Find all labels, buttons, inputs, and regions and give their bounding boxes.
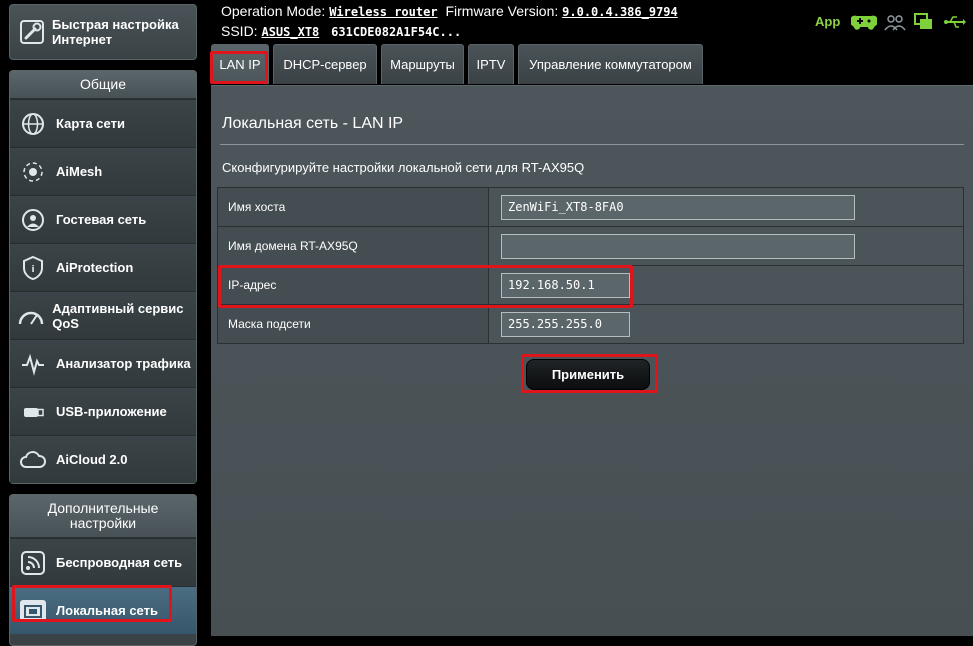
tab-iptv[interactable]: IPTV: [468, 44, 514, 84]
nav-item-label: Адаптивный сервис QoS: [52, 300, 184, 331]
quick-setup-button[interactable]: Быстрая настройка Интернет: [9, 4, 197, 60]
nav-item-label: AiCloud 2.0: [56, 452, 128, 467]
subnet-mask-input[interactable]: [501, 311, 630, 337]
quick-setup-label: Быстрая настройка Интернет: [52, 17, 179, 47]
ip-address-input[interactable]: [501, 272, 630, 298]
nav-item-aiprotection[interactable]: i AiProtection: [10, 243, 196, 291]
nav-item-label: Анализатор трафика: [56, 356, 191, 371]
domain-name-input[interactable]: [501, 233, 855, 259]
page-title: Локальная сеть - LAN IP: [222, 115, 404, 132]
wrench-icon: [18, 18, 46, 46]
apply-button[interactable]: Применить: [526, 359, 650, 390]
table-row: Маска подсети: [217, 304, 964, 344]
ip-address-label: IP-адрес: [217, 265, 489, 305]
firmware-link[interactable]: 9.0.0.4.386_9794: [562, 5, 678, 19]
tab-dhcp-server[interactable]: DHCP-сервер: [273, 44, 377, 84]
table-row: Имя хоста: [217, 187, 964, 227]
advanced-panel: Дополнительные настройки Беспроводная се…: [9, 494, 197, 646]
nav-item-label: Карта сети: [56, 116, 125, 131]
ssid-link[interactable]: ASUS_XT8: [261, 25, 319, 39]
shield-icon: i: [16, 255, 50, 281]
nav-item-aicloud[interactable]: AiCloud 2.0: [10, 435, 196, 483]
ssid-secondary: 631CDE082A1F54C...: [331, 25, 462, 39]
operation-mode-link[interactable]: Wireless router: [329, 5, 437, 19]
nav-item-label: Гостевая сеть: [56, 212, 147, 227]
svg-text:i: i: [31, 265, 34, 275]
nav-item-qos[interactable]: Адаптивный сервис QoS: [10, 291, 196, 339]
hostname-label: Имя хоста: [217, 187, 489, 227]
table-row: IP-адрес: [217, 265, 964, 305]
tab-routes[interactable]: Маршруты: [381, 44, 464, 84]
domain-name-label: Имя домена RT-AX95Q: [217, 226, 489, 266]
ssid-label: SSID:: [221, 23, 258, 39]
tab-lan-ip[interactable]: LAN IP: [211, 44, 269, 84]
mesh-icon: [16, 159, 50, 185]
usb-icon: [16, 400, 50, 424]
gauge-icon: [16, 305, 46, 327]
general-header: Общие: [10, 71, 196, 99]
title-divider: [220, 144, 964, 145]
copy-icon[interactable]: [913, 12, 935, 37]
usb-status-icon[interactable]: [943, 12, 967, 37]
nav-item-label: Локальная сеть: [56, 603, 158, 618]
operation-mode-line: Operation Mode: Wireless router Firmware…: [221, 3, 678, 19]
nav-item-aimesh[interactable]: AiMesh: [10, 147, 196, 195]
sidebar: Быстрая настройка Интернет Общие Карта с…: [0, 0, 205, 646]
nav-item-label: AiProtection: [56, 260, 134, 275]
firmware-label: Firmware Version:: [445, 3, 559, 19]
tab-switch-control[interactable]: Управление коммутатором: [518, 44, 703, 84]
operation-mode-label: Operation Mode:: [221, 3, 326, 19]
nav-item-guest-network[interactable]: Гостевая сеть: [10, 195, 196, 243]
general-panel: Общие Карта сети AiMesh Гостевая сеть i …: [9, 70, 197, 484]
advanced-header: Дополнительные настройки: [10, 495, 196, 538]
app-link[interactable]: App: [815, 14, 840, 29]
nav-item-network-map[interactable]: Карта сети: [10, 99, 196, 147]
page-description: Сконфигурируйте настройки локальной сети…: [222, 160, 585, 175]
nav-item-traffic-analyzer[interactable]: Анализатор трафика: [10, 339, 196, 387]
wifi-icon: [16, 550, 50, 576]
guest-network-icon: [16, 207, 50, 233]
gamepad-icon[interactable]: [849, 12, 879, 37]
main-panel: Локальная сеть - LAN IP Сконфигурируйте …: [211, 85, 973, 636]
domain-name-cell: [488, 226, 964, 266]
cloud-icon: [16, 449, 50, 471]
table-row: Имя домена RT-AX95Q: [217, 226, 964, 266]
globe-icon: [16, 111, 50, 137]
nav-item-lan[interactable]: Локальная сеть: [10, 586, 196, 634]
subnet-mask-label: Маска подсети: [217, 304, 489, 344]
hostname-input[interactable]: [501, 194, 855, 220]
traffic-icon: [16, 352, 50, 376]
ssid-line: SSID: ASUS_XT8 631CDE082A1F54C...: [221, 23, 461, 39]
nav-item-label: AiMesh: [56, 164, 103, 179]
nav-item-usb-application[interactable]: USB-приложение: [10, 387, 196, 435]
ip-address-cell: [488, 265, 964, 305]
lan-icon: [16, 599, 50, 622]
users-icon[interactable]: [883, 12, 907, 37]
hostname-cell: [488, 187, 964, 227]
nav-item-label: USB-приложение: [56, 404, 167, 419]
nav-item-label: Беспроводная сеть: [56, 555, 183, 570]
lan-settings-table: Имя хоста Имя домена RT-AX95Q IP-адрес М…: [217, 187, 964, 344]
top-status-bar: Operation Mode: Wireless router Firmware…: [205, 0, 973, 44]
nav-item-wireless[interactable]: Беспроводная сеть: [10, 538, 196, 586]
subnet-mask-cell: [488, 304, 964, 344]
